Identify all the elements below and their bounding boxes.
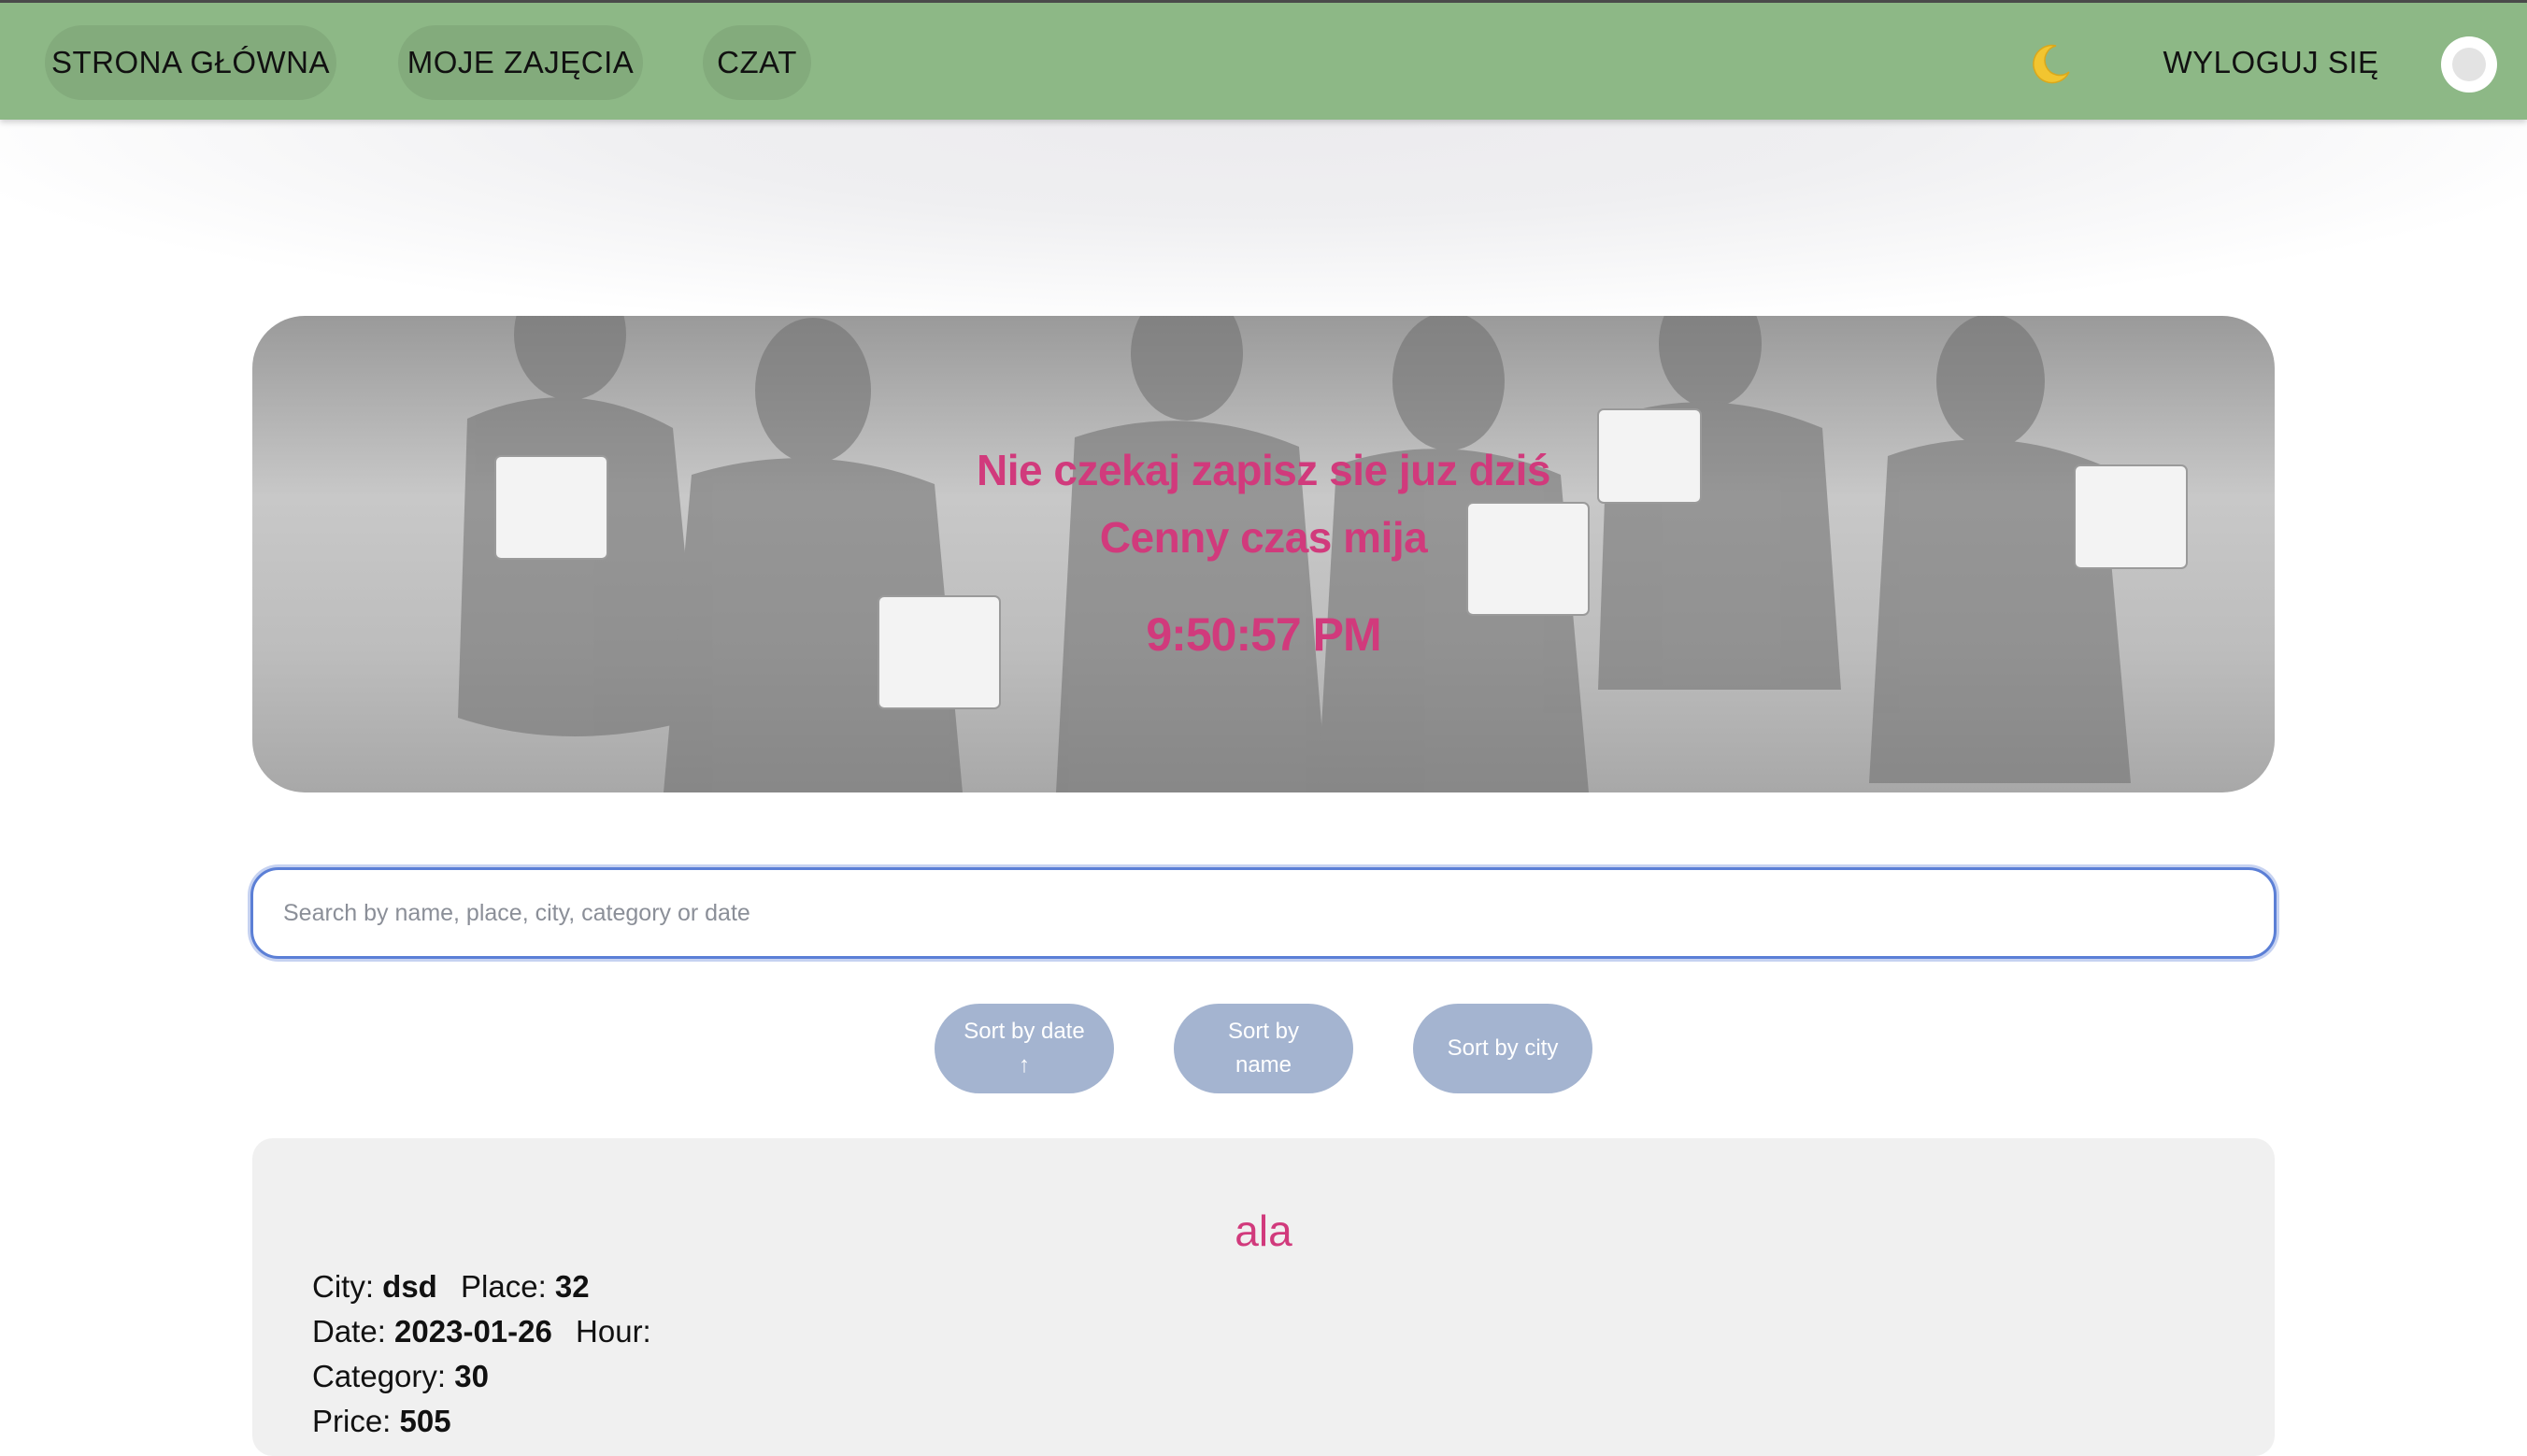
place-label: Place: — [461, 1269, 555, 1304]
avatar[interactable] — [2441, 36, 2497, 93]
avatar-placeholder-icon — [2452, 48, 2486, 81]
top-navbar: STRONA GŁÓWNA MOJE ZAJĘCIA CZAT WYLOGUJ … — [0, 0, 2527, 120]
place-value: 32 — [554, 1269, 590, 1304]
hero-headline: Nie czekaj zapisz sie juz dziś — [977, 446, 1550, 494]
nav-chat-link[interactable]: CZAT — [703, 25, 811, 100]
header-shadow — [0, 120, 2527, 335]
event-time-row: Date: 2023-01-26 Hour: — [312, 1314, 651, 1349]
hero-clock: 9:50:57 PM — [1146, 608, 1381, 661]
city-label: City: — [312, 1269, 383, 1304]
price-label: Price: — [312, 1404, 400, 1438]
event-card: ala City: dsd Place: 32 Date: 2023-01-26… — [252, 1138, 2275, 1456]
logout-button[interactable]: WYLOGUJ SIĘ — [2149, 25, 2392, 100]
category-label: Category: — [312, 1359, 455, 1393]
event-location-row: City: dsd Place: 32 — [312, 1269, 590, 1305]
city-value: dsd — [382, 1269, 437, 1304]
hero-text-block: Nie czekaj zapisz sie juz dziś Cenny cza… — [252, 316, 2275, 792]
hero-banner: Nie czekaj zapisz sie juz dziś Cenny cza… — [252, 316, 2275, 792]
event-price-row: Price: 505 — [312, 1404, 451, 1439]
category-value: 30 — [454, 1359, 489, 1393]
hour-label: Hour: — [576, 1314, 651, 1349]
event-category-row: Category: 30 — [312, 1359, 489, 1394]
search-input[interactable] — [250, 867, 2277, 959]
sort-by-city-button[interactable]: Sort by city — [1413, 1004, 1592, 1093]
sort-by-date-button[interactable]: Sort by date ↑ — [935, 1004, 1114, 1093]
sort-by-name-button[interactable]: Sort by name — [1174, 1004, 1353, 1093]
date-value: 2023-01-26 — [394, 1314, 552, 1349]
date-label: Date: — [312, 1314, 395, 1349]
event-title: ala — [1235, 1206, 1292, 1255]
nav-my-classes-link[interactable]: MOJE ZAJĘCIA — [398, 25, 643, 100]
nav-home-link[interactable]: STRONA GŁÓWNA — [45, 25, 336, 100]
hero-subheadline: Cenny czas mija — [1099, 513, 1428, 562]
moon-icon[interactable] — [2028, 40, 2075, 87]
price-value: 505 — [399, 1404, 451, 1438]
